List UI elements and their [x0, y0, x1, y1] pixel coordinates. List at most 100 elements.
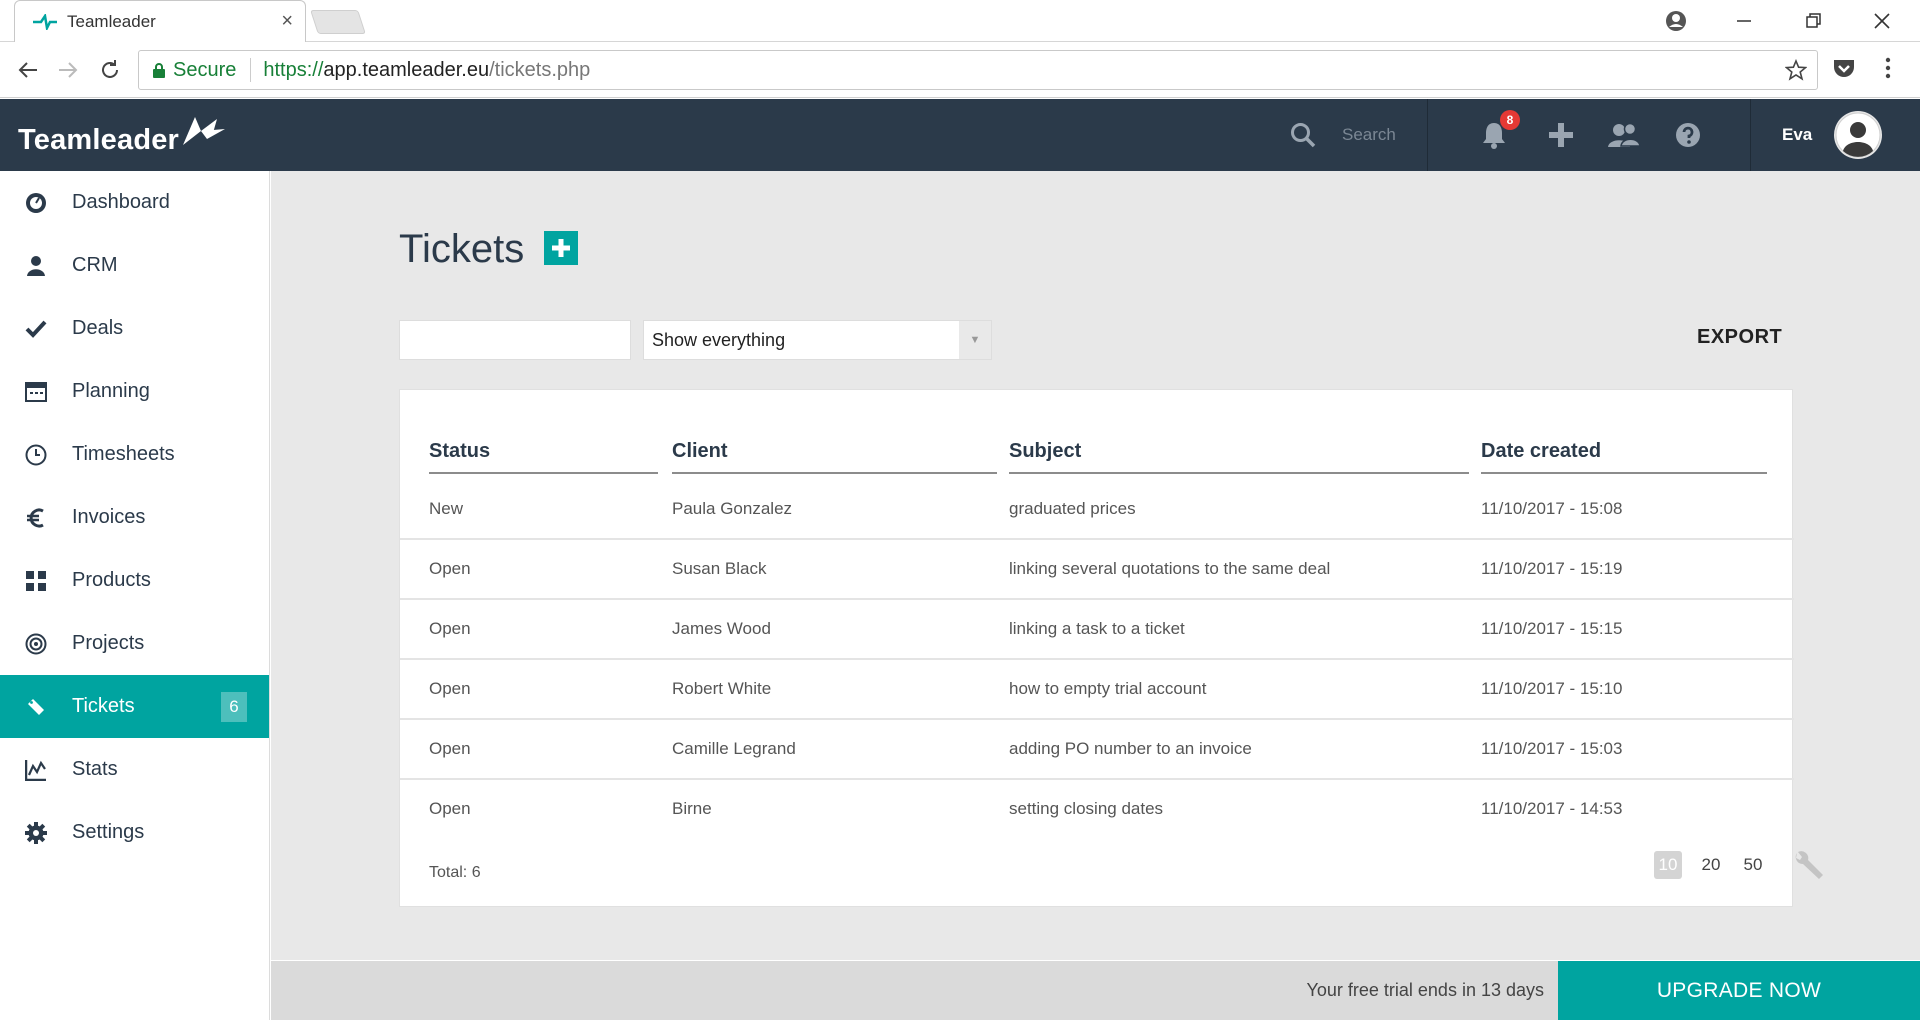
tickets-table: Status Client Subject Date created New P…: [399, 389, 1823, 907]
column-header-date-created[interactable]: Date created: [1481, 434, 1767, 474]
cell-subject: how to empty trial account: [1009, 679, 1207, 698]
header-search-placeholder: Search: [1342, 125, 1396, 144]
window-close-icon[interactable]: [1858, 0, 1906, 42]
sidebar-item-invoices[interactable]: Invoices: [0, 486, 269, 549]
upgrade-now-button[interactable]: UPGRADE NOW: [1558, 961, 1920, 1020]
url-path: /tickets.php: [489, 58, 591, 81]
lock-icon: [153, 62, 165, 78]
cell-status: Open: [429, 739, 471, 758]
page-size-50[interactable]: 50: [1738, 851, 1768, 879]
page-size-10[interactable]: 10: [1654, 851, 1682, 879]
sidebar-item-label: Timesheets: [72, 443, 175, 465]
dashboard-icon: [24, 191, 48, 215]
header-divider-2: [1750, 99, 1751, 171]
logo-text: Teamleader: [18, 124, 180, 156]
url-scheme: https://: [263, 58, 324, 81]
dropdown-arrow-icon[interactable]: ▼: [959, 321, 991, 359]
add-ticket-button[interactable]: [544, 231, 578, 265]
target-icon: [24, 632, 48, 656]
cell-subject: adding PO number to an invoice: [1009, 739, 1252, 758]
table-row[interactable]: Open Susan Black linking several quotati…: [400, 540, 1794, 600]
pocket-extension-icon[interactable]: [1832, 56, 1856, 85]
sidebar-item-timesheets[interactable]: Timesheets: [0, 423, 269, 486]
cell-subject: linking several quotations to the same d…: [1009, 559, 1331, 578]
url-bar[interactable]: Secure https://app.teamleader.eu/tickets…: [138, 50, 1818, 90]
cell-date-created: 11/10/2017 - 15:10: [1481, 679, 1623, 698]
reload-icon[interactable]: [94, 54, 126, 86]
stats-icon: [24, 758, 48, 782]
secure-indicator[interactable]: Secure: [153, 58, 252, 82]
column-header-status[interactable]: Status: [429, 434, 658, 474]
cell-status: Open: [429, 619, 471, 638]
secure-label: Secure: [173, 58, 237, 81]
sidebar-item-projects[interactable]: Projects: [0, 612, 269, 675]
sidebar-item-stats[interactable]: Stats: [0, 738, 269, 801]
main-content: Tickets Show everything ▼ EXPORT Status …: [271, 171, 1920, 960]
sidebar-item-label: Invoices: [72, 506, 146, 528]
sidebar-item-planning[interactable]: Planning: [0, 360, 269, 423]
table-row[interactable]: New Paula Gonzalez graduated prices 11/1…: [400, 480, 1794, 540]
forward-icon[interactable]: [52, 54, 84, 86]
sidebar-item-label: Products: [72, 569, 151, 591]
page-size-20[interactable]: 20: [1696, 851, 1726, 879]
sidebar-item-label: Settings: [72, 821, 145, 843]
sidebar-item-crm[interactable]: CRM: [0, 234, 269, 297]
sidebar-item-products[interactable]: Products: [0, 549, 269, 612]
sidebar-item-deals[interactable]: Deals: [0, 297, 269, 360]
team-users-icon[interactable]: [1606, 117, 1642, 153]
table-row[interactable]: Open Camille Legrand adding PO number to…: [400, 720, 1794, 780]
restore-icon[interactable]: [1790, 0, 1838, 42]
sidebar-item-dashboard[interactable]: Dashboard: [0, 171, 269, 234]
table-row[interactable]: Open James Wood linking a task to a tick…: [400, 600, 1794, 660]
user-name[interactable]: Eva: [1782, 99, 1812, 171]
sidebar-item-label: CRM: [72, 254, 118, 276]
ticket-search-input[interactable]: [420, 322, 641, 358]
sidebar-item-tickets[interactable]: Tickets 6: [0, 675, 269, 738]
euro-icon: [24, 506, 48, 530]
search-icon: [1291, 123, 1316, 148]
table-header: Status Client Subject Date created: [400, 434, 1792, 474]
cell-date-created: 11/10/2017 - 15:03: [1481, 739, 1623, 758]
gear-icon: [24, 821, 48, 845]
sidebar-item-settings[interactable]: Settings: [0, 801, 269, 864]
new-tab-button[interactable]: [310, 10, 366, 34]
cell-date-created: 11/10/2017 - 15:08: [1481, 499, 1623, 518]
total-count: Total: 6: [429, 864, 481, 881]
page-title: Tickets: [399, 227, 525, 271]
back-icon[interactable]: [12, 54, 44, 86]
chrome-profile-icon[interactable]: [1656, 0, 1696, 42]
minimize-icon[interactable]: [1720, 0, 1768, 42]
calendar-icon: [24, 380, 48, 404]
tab-title: Teamleader: [67, 11, 156, 31]
sidebar: Dashboard CRM Deals Planning Timesheets …: [0, 171, 270, 1020]
table-settings-wrench-icon[interactable]: [1793, 851, 1825, 886]
table-row[interactable]: Open Robert White how to empty trial acc…: [400, 660, 1794, 720]
cell-subject: setting closing dates: [1009, 799, 1164, 818]
quick-add-plus-icon[interactable]: [1543, 117, 1579, 153]
export-button[interactable]: EXPORT: [1697, 326, 1782, 349]
cell-status: Open: [429, 799, 471, 818]
ticket-filter-select[interactable]: Show everything ▼: [643, 320, 992, 360]
header-divider: [1427, 99, 1428, 171]
browser-tab[interactable]: Teamleader ×: [14, 0, 306, 42]
column-header-subject[interactable]: Subject: [1009, 434, 1469, 474]
header-search[interactable]: Search: [1290, 99, 1396, 171]
cell-client: Camille Legrand: [672, 739, 796, 758]
filter-selected-value: Show everything: [652, 329, 786, 350]
help-question-icon[interactable]: [1670, 117, 1706, 153]
browser-menu-icon[interactable]: [1884, 56, 1892, 85]
ticket-search-box[interactable]: [399, 320, 641, 360]
teamleader-logo[interactable]: Teamleader: [18, 111, 226, 161]
sidebar-item-label: Stats: [72, 758, 118, 780]
browser-tabbar: Teamleader ×: [0, 0, 1920, 42]
sidebar-item-label: Planning: [72, 380, 150, 402]
table-row[interactable]: Open Birne setting closing dates 11/10/2…: [400, 780, 1794, 840]
column-header-client[interactable]: Client: [672, 434, 997, 474]
tab-close-icon[interactable]: ×: [281, 10, 293, 33]
cell-subject: graduated prices: [1009, 499, 1136, 518]
user-avatar[interactable]: [1834, 111, 1882, 159]
trial-message: Your free trial ends in 13 days: [1306, 980, 1544, 1000]
sidebar-item-label: Deals: [72, 317, 124, 339]
cell-client: Paula Gonzalez: [672, 499, 793, 518]
bookmark-star-icon[interactable]: [1784, 58, 1808, 87]
